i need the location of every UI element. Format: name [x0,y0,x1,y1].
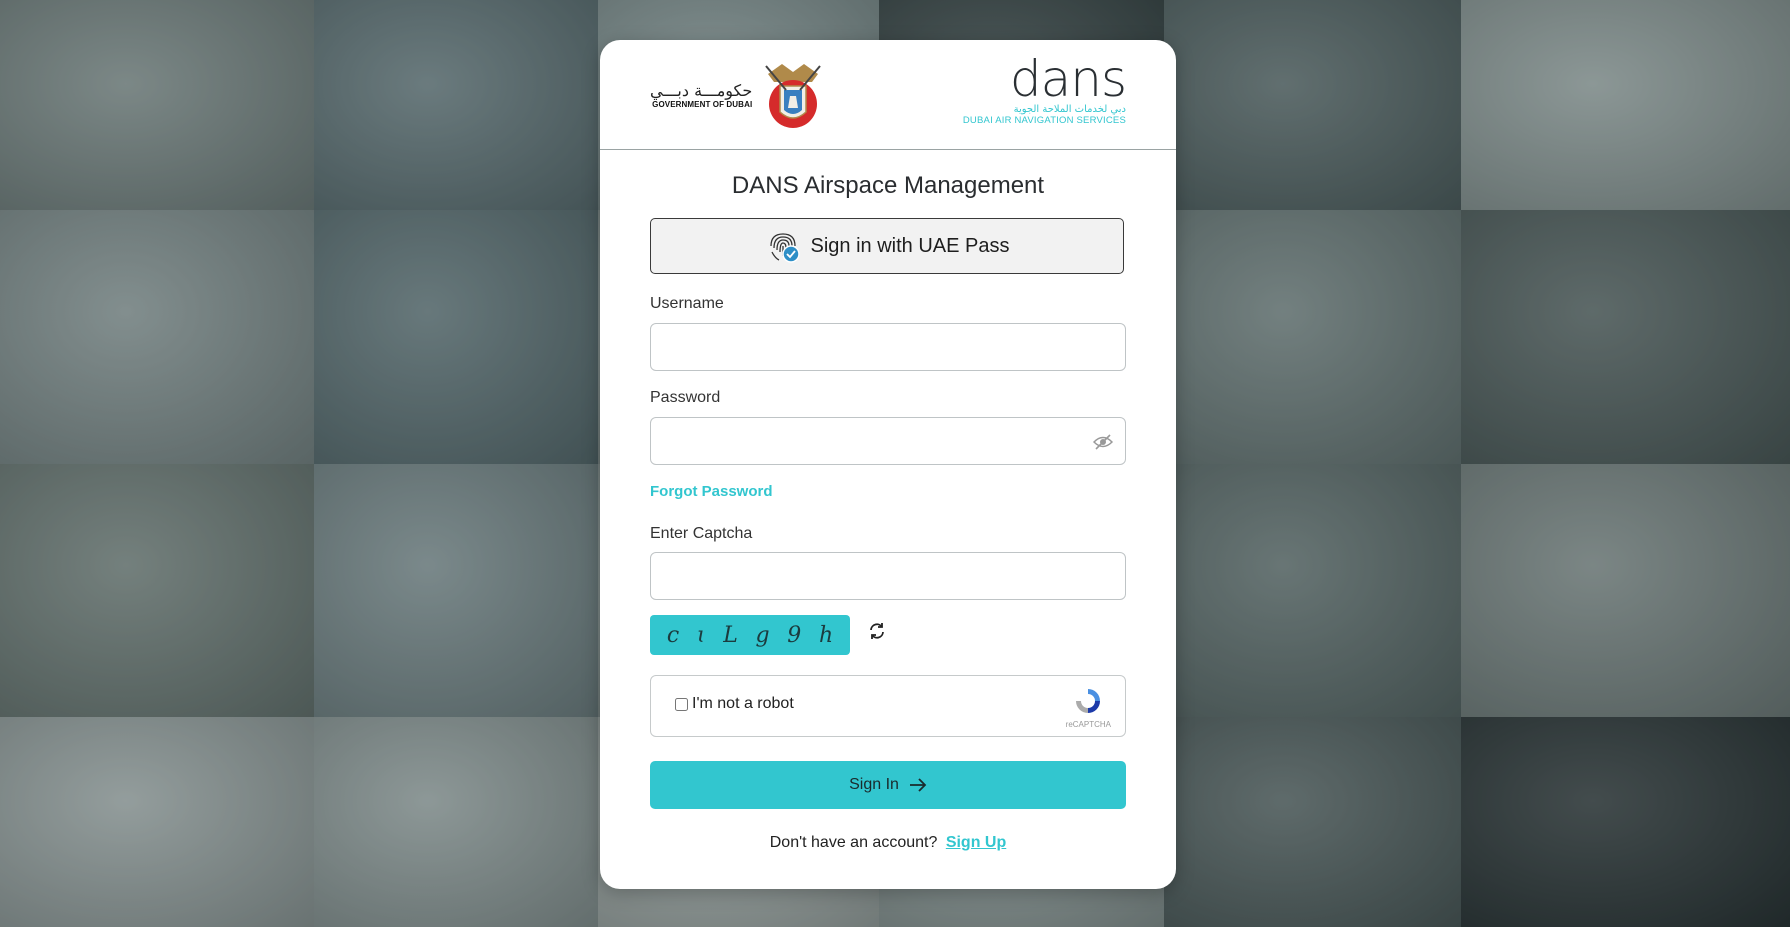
recaptcha-brand: reCAPTCHA [1065,720,1111,729]
sign-up-link[interactable]: Sign Up [946,834,1006,851]
gov-logo-english: GOVERNMENT OF DUBAI [652,99,753,109]
username-label: Username [650,295,724,312]
government-of-dubai-logo: حكومـــة دبـــي GOVERNMENT OF DUBAI [650,60,826,130]
username-input[interactable] [650,323,1126,371]
password-input[interactable] [650,417,1126,465]
sign-in-label: Sign In [849,776,899,793]
page-title: DANS Airspace Management [731,172,1045,199]
uae-pass-button[interactable]: Sign in with UAE Pass [650,218,1124,274]
recaptcha-logo: reCAPTCHA [1066,686,1111,729]
refresh-icon[interactable] [868,622,886,640]
recaptcha-logo-icon [1076,689,1101,713]
dans-tagline-arabic: دبي لخدمات الملاحة الجوية [1013,104,1126,115]
gov-logo-arabic: حكومـــة دبـــي [650,80,753,100]
captcha-char: c [666,622,680,648]
captcha-input[interactable] [650,552,1126,600]
recaptcha-label: I'm not a robot [692,695,794,712]
sign-in-button[interactable]: Sign In [650,761,1126,809]
captcha-char: 9 [787,622,802,648]
forgot-password-link[interactable]: Forgot Password [650,483,773,500]
dans-tagline-english: DUBAI AIR NAVIGATION SERVICES [962,115,1126,126]
dans-wordmark: dans [1009,50,1127,108]
recaptcha-checkbox[interactable] [675,698,688,711]
eye-slash-icon[interactable] [1093,433,1113,451]
captcha-char: L [723,622,738,648]
dubai-emblem-icon [765,64,822,128]
fingerprint-check-icon [769,233,800,263]
card-header: حكومـــة دبـــي GOVERNMENT OF DUBAI dans… [600,40,1176,150]
captcha-label: Enter Captcha [650,525,753,542]
recaptcha-widget: I'm not a robot reCAPTCHA [650,675,1126,737]
signup-row: Don't have an account? Sign Up [600,834,1176,852]
captcha-char: h [818,622,834,648]
login-card: حكومـــة دبـــي GOVERNMENT OF DUBAI dans… [600,40,1176,889]
signup-prompt: Don't have an account? [769,834,938,851]
uae-pass-label: Sign in with UAE Pass [810,234,1010,257]
password-label: Password [650,389,721,406]
dans-logo: dans دبي لخدمات الملاحة الجوية DUBAI AIR… [962,50,1127,126]
captcha-char: g [755,622,770,648]
arrow-right-icon [909,778,927,792]
captcha-image: c ɩ L g 9 h [650,615,850,655]
captcha-char: ɩ [696,622,706,648]
